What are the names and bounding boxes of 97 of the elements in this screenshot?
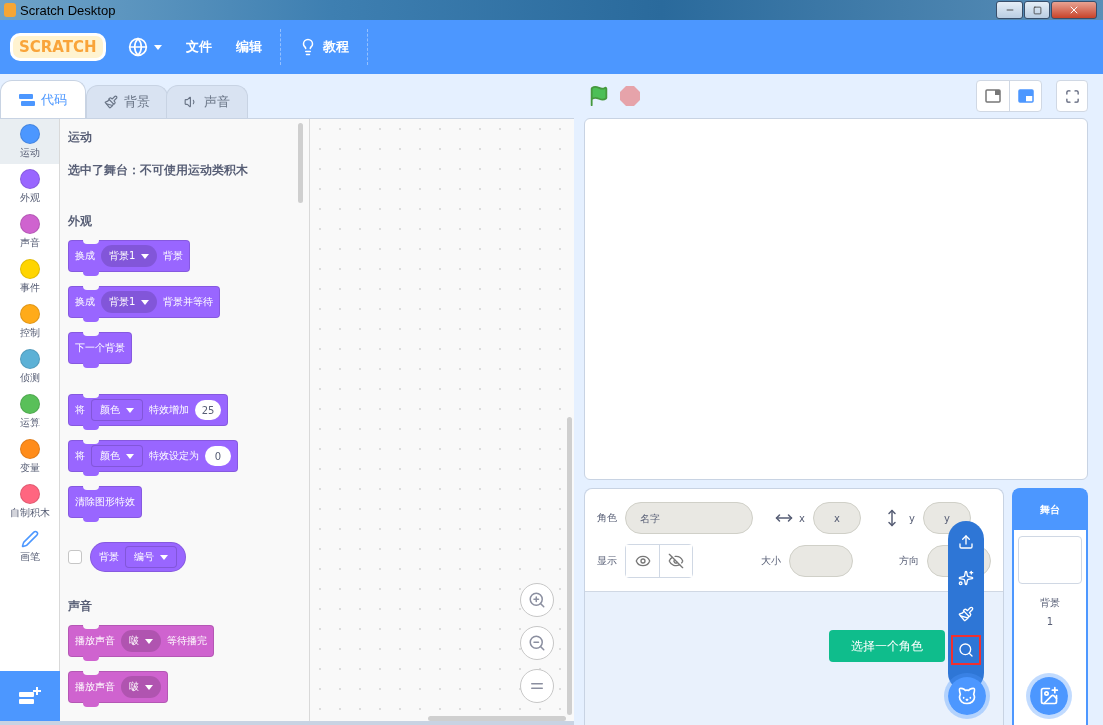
number-input[interactable]: 25 (195, 400, 221, 420)
brush-icon (958, 606, 974, 622)
app-icon (4, 3, 16, 17)
caret-icon (145, 684, 153, 690)
menu-item[interactable]: 编辑 (223, 20, 274, 74)
field-label: 方向 (899, 554, 919, 568)
upload-icon (958, 534, 974, 550)
menu-item[interactable]: 文件 (173, 20, 224, 74)
cat-icon (957, 686, 977, 706)
stop-icon[interactable] (620, 86, 640, 106)
add-image-icon (1039, 686, 1059, 706)
category-item[interactable]: 运动 (0, 119, 59, 164)
maximize-icon (1032, 5, 1042, 15)
globe-icon (127, 37, 148, 57)
category-heading: 运动 (68, 129, 92, 146)
block-label: 特效设定为 (149, 449, 199, 463)
scrollbar[interactable] (298, 123, 303, 203)
stage-pane-title: 舞台 (1014, 490, 1086, 530)
editor-tab[interactable]: 背景 (86, 85, 168, 118)
sprite-name-field[interactable]: 名字 (625, 502, 753, 534)
sparkles-icon (958, 570, 974, 586)
brush-icon (104, 95, 118, 109)
add-extension-button[interactable] (0, 671, 60, 721)
backdrop-count: 1 (1046, 616, 1054, 627)
field-label: y (908, 512, 915, 524)
add-sprite-button[interactable] (944, 673, 990, 719)
block-dropdown[interactable]: 啵 (121, 630, 161, 652)
category-heading: 外观 (68, 213, 92, 230)
block-dropdown[interactable]: 编号 (125, 546, 177, 568)
field-label: 角色 (597, 511, 617, 525)
close-button[interactable] (1051, 1, 1097, 19)
caret-icon (126, 453, 134, 459)
small-stage-icon (985, 89, 1001, 103)
fullscreen-button[interactable] (1056, 80, 1088, 112)
block-dropdown[interactable]: 啵 (121, 676, 161, 698)
caret-icon (126, 407, 134, 413)
close-icon (1068, 4, 1080, 16)
eye-icon (634, 553, 651, 569)
visibility-button[interactable] (659, 545, 692, 577)
reporter-block[interactable]: 背景 编号 (90, 542, 186, 572)
caret-icon (145, 638, 153, 644)
block-dropdown[interactable]: 背景1 (101, 245, 158, 267)
block-label: 将 (75, 403, 85, 417)
window-title: Scratch Desktop (20, 2, 117, 18)
zoom-in-icon (528, 591, 546, 609)
reset-zoom-button[interactable] (520, 669, 554, 703)
tooltip: 选择一个角色 (829, 630, 945, 662)
minimize-button[interactable] (996, 1, 1023, 19)
block-label: 换成 (75, 295, 95, 309)
block-label: 等待播完 (167, 634, 207, 648)
editor-tab[interactable]: 声音 (166, 85, 248, 118)
field-label: 大小 (761, 554, 781, 568)
eye-off-icon (668, 553, 684, 569)
zoom-out-icon (528, 634, 546, 652)
normal-stage-icon (1017, 89, 1034, 103)
tutorials-button[interactable]: 教程 (286, 20, 361, 74)
scrollbar[interactable] (428, 716, 566, 721)
stage-thumbnail[interactable] (1018, 536, 1082, 584)
field-label: x (799, 512, 805, 524)
caret-icon (160, 554, 168, 560)
maximize-button[interactable] (1024, 1, 1050, 19)
block-label: 背景 (163, 249, 184, 263)
category-heading: 声音 (68, 598, 92, 615)
category-note: 选中了舞台：不可使用运动类积木 (68, 162, 248, 179)
caret-icon (141, 253, 150, 259)
block-label: 将 (75, 449, 85, 463)
zoom-out-button[interactable] (520, 626, 554, 660)
pen-icon (20, 529, 39, 548)
add-backdrop-button[interactable] (1026, 673, 1072, 719)
caret-icon (141, 299, 150, 305)
x-field[interactable]: x (812, 502, 861, 534)
search-icon (958, 642, 974, 658)
block-label: 播放声音 (75, 634, 115, 648)
field-label: 显示 (597, 554, 617, 568)
flag-icon[interactable] (588, 85, 610, 107)
block-dropdown[interactable]: 背景1 (101, 291, 158, 313)
add-sprite-option[interactable] (951, 635, 981, 665)
fullscreen-icon (1064, 88, 1080, 104)
checkbox[interactable] (68, 550, 82, 564)
block-label: 背景并等待 (163, 295, 214, 309)
block-label: 清除图形特效 (75, 495, 135, 509)
block-label: 背景 (99, 550, 119, 564)
editor-tab[interactable]: 代码 (0, 80, 86, 118)
block-label: 换成 (75, 249, 95, 263)
block-dropdown[interactable]: 颜色 (91, 399, 143, 421)
block-label: 播放声音 (75, 680, 115, 694)
caret-icon (153, 44, 162, 50)
block-label: 下一个背景 (75, 341, 125, 355)
add-extension-icon (19, 687, 41, 705)
backdrops-label: 背景 (1040, 596, 1060, 610)
size-field[interactable] (789, 545, 853, 577)
block-label: 特效增加 (149, 403, 189, 417)
zoom-in-button[interactable] (520, 583, 554, 617)
block-dropdown[interactable]: 颜色 (91, 445, 143, 467)
blocks-icon (19, 93, 35, 106)
scrollbar[interactable] (567, 417, 572, 715)
number-input[interactable]: 0 (205, 446, 231, 466)
